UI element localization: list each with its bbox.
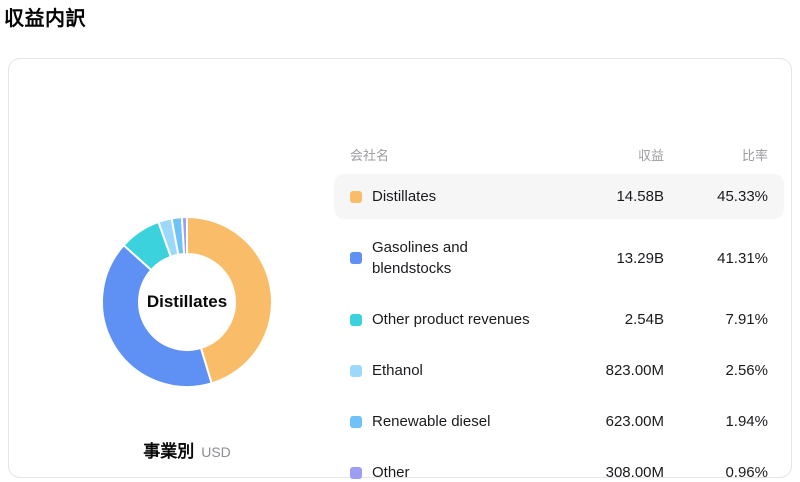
- breakdown-table: 会社名 収益 比率 Distillates 14.58B 45.33% Gaso…: [334, 144, 784, 482]
- row-name: Ethanol: [372, 360, 544, 381]
- table-row-renewable-diesel[interactable]: Renewable diesel 623.00M 1.94%: [334, 399, 784, 444]
- table-row-other-product[interactable]: Other product revenues 2.54B 7.91%: [334, 297, 784, 342]
- row-ratio: 2.56%: [664, 360, 768, 381]
- row-name: Other product revenues: [372, 309, 544, 330]
- row-ratio: 0.96%: [664, 462, 768, 482]
- row-revenue: 308.00M: [544, 462, 664, 482]
- row-revenue: 14.58B: [544, 186, 664, 207]
- donut-caption: 事業別 USD: [92, 437, 282, 462]
- legend-swatch: [350, 191, 362, 203]
- row-revenue: 823.00M: [544, 360, 664, 381]
- row-name: Other: [372, 462, 544, 482]
- table-row-distillates[interactable]: Distillates 14.58B 45.33%: [334, 174, 784, 219]
- header-revenue: 収益: [544, 145, 664, 164]
- segment-type-label: 事業別: [143, 437, 194, 462]
- row-ratio: 7.91%: [664, 309, 768, 330]
- legend-swatch: [350, 467, 362, 479]
- legend-swatch: [350, 365, 362, 377]
- legend-swatch: [350, 416, 362, 428]
- row-ratio: 1.94%: [664, 411, 768, 432]
- row-revenue: 623.00M: [544, 411, 664, 432]
- revenue-breakdown-card: Distillates 事業別 USD 会社名 収益 比率 Distillate…: [8, 58, 792, 478]
- row-name: Renewable diesel: [372, 411, 544, 432]
- page-title: 収益内訳: [4, 2, 86, 31]
- donut-chart[interactable]: Distillates: [92, 207, 282, 397]
- row-revenue: 2.54B: [544, 309, 664, 330]
- row-revenue: 13.29B: [544, 248, 664, 269]
- legend-swatch: [350, 314, 362, 326]
- currency-label: USD: [201, 444, 231, 460]
- header-ratio: 比率: [664, 145, 768, 164]
- row-name: Gasolines and blendstocks: [372, 237, 544, 279]
- table-row-ethanol[interactable]: Ethanol 823.00M 2.56%: [334, 348, 784, 393]
- header-name: 会社名: [350, 145, 544, 164]
- table-row-other[interactable]: Other 308.00M 0.96%: [334, 450, 784, 482]
- donut-slice-1[interactable]: [102, 245, 212, 387]
- row-ratio: 45.33%: [664, 186, 768, 207]
- table-row-gasolines[interactable]: Gasolines and blendstocks 13.29B 41.31%: [334, 225, 784, 291]
- legend-swatch: [350, 252, 362, 264]
- table-header: 会社名 収益 比率: [334, 144, 784, 164]
- donut-svg: [92, 207, 282, 397]
- row-ratio: 41.31%: [664, 248, 768, 269]
- row-name: Distillates: [372, 186, 544, 207]
